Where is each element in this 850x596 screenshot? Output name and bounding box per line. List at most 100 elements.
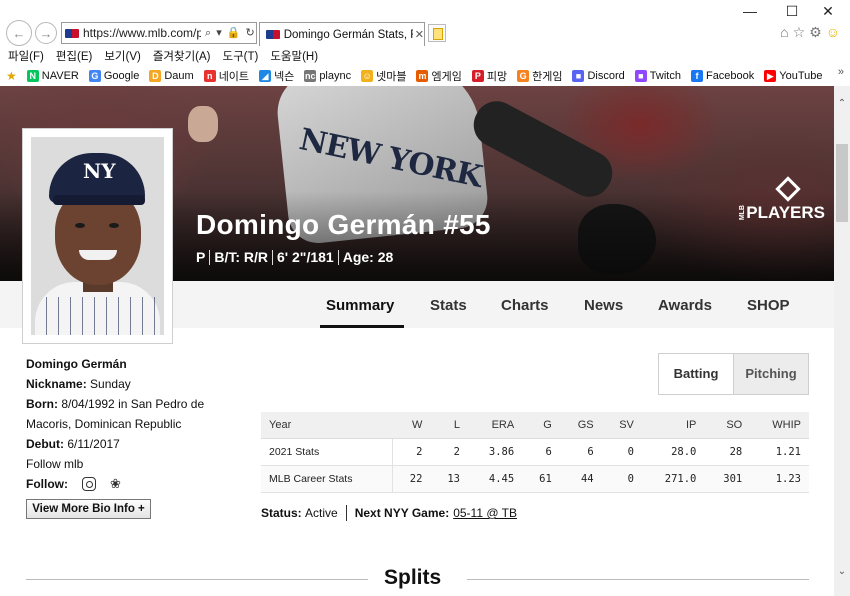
favorite-label: Google [103, 70, 140, 82]
scrollbar-thumb[interactable] [836, 144, 848, 222]
favorite-discord[interactable]: ■ Discord [572, 70, 625, 82]
favorite-nexon[interactable]: ◢ 넥슨 [259, 68, 294, 84]
favorite-hangame[interactable]: G 한게임 [517, 68, 562, 84]
favorite-twitch[interactable]: ■ Twitch [634, 70, 681, 82]
cell-year: 2021 Stats [261, 438, 393, 466]
feedback-smiley-icon[interactable]: ☺ [826, 24, 844, 40]
address-actions-icon[interactable]: ⌕ ▾ 🔒 ↻ [205, 26, 256, 40]
menu-file[interactable]: 파일(F) [8, 48, 44, 64]
new-tab-button[interactable] [428, 24, 446, 42]
col-so: SO [704, 412, 751, 439]
favorite-label: 넷마블 [376, 71, 407, 83]
menu-edit[interactable]: 편집(E) [56, 48, 93, 64]
favorite-youtube[interactable]: ▶ YouTube [764, 70, 823, 82]
tab-news[interactable]: News [584, 297, 623, 314]
address-url[interactable]: https://www.mlb.com/plá [83, 26, 201, 40]
tab-charts[interactable]: Charts [501, 297, 549, 314]
menu-favorites[interactable]: 즐겨찾기(A) [153, 48, 211, 64]
mgame-icon: m [416, 70, 429, 82]
meta-divider [272, 249, 274, 265]
col-ip: IP [641, 412, 705, 439]
favorite-nate[interactable]: n 네이트 [203, 68, 249, 84]
cell-g: 61 [522, 465, 560, 493]
mlb-players-logo[interactable]: MLB PLAYERS [735, 176, 825, 223]
headshot-eye [109, 223, 119, 228]
next-game-label: Next NYY Game: [354, 506, 450, 520]
cap-logo-icon: NY [83, 159, 116, 183]
favorites-star-icon[interactable]: ☆ [793, 24, 810, 40]
players-logo-small: MLB [739, 205, 746, 221]
maximize-button[interactable]: ☐ [777, 3, 807, 20]
headshot-eye [75, 223, 85, 228]
tab-title: Domingo Germán Stats, Fa... [283, 28, 413, 41]
favorites-bar-star-icon[interactable]: ★ [6, 69, 17, 83]
menu-bar: 파일(F) 편집(E) 보기(V) 즐겨찾기(A) 도구(T) 도움말(H) [0, 46, 850, 66]
cell-so: 28 [704, 438, 751, 466]
bio-born-label: Born: [26, 397, 58, 411]
address-bar[interactable]: https://www.mlb.com/plá ⌕ ▾ 🔒 ↻ [61, 22, 257, 44]
twitch-icon: ■ [634, 70, 647, 82]
cell-era: 3.86 [468, 438, 523, 466]
tab-awards[interactable]: Awards [658, 297, 712, 314]
hero-pitching-hand [188, 106, 218, 142]
forward-button[interactable]: → [35, 22, 57, 44]
browser-tab[interactable]: Domingo Germán Stats, Fa... ✕ [259, 22, 425, 46]
menu-view[interactable]: 보기(V) [104, 48, 141, 64]
menu-help[interactable]: 도움말(H) [270, 48, 318, 64]
scroll-up-icon[interactable]: ⌃ [834, 96, 850, 112]
page-viewport: NEW YORK Domingo Germán #55 P B/T: R/R 6… [0, 86, 834, 596]
favorite-label: 한게임 [532, 71, 563, 83]
status-divider [345, 505, 347, 521]
next-game-link[interactable]: 05-11 @ TB [453, 506, 517, 520]
headshot-pinstripes [35, 297, 160, 335]
favorite-pmang[interactable]: P 피망 [471, 68, 507, 84]
player-bio: Domingo Germán Nickname: Sunday Born: 8/… [26, 354, 241, 519]
menu-tools[interactable]: 도구(T) [223, 48, 259, 64]
close-window-button[interactable]: ✕ [813, 3, 843, 20]
favorite-netmarble[interactable]: ☺ 넷마블 [361, 68, 406, 84]
meta-divider [209, 249, 211, 265]
pitching-toggle-button[interactable]: Pitching [733, 354, 808, 394]
cell-ip: 271.0 [641, 465, 705, 493]
view-more-bio-button[interactable]: View More Bio Info + [26, 499, 151, 519]
favorites-more-icon[interactable]: » [838, 66, 844, 78]
favorite-plaync[interactable]: nc plaync [304, 70, 351, 82]
favorite-daum[interactable]: D Daum [149, 70, 194, 82]
tab-shop[interactable]: SHOP [747, 297, 790, 314]
stats-table: Year W L ERA G GS SV IP SO WHIP 2021 Sta… [261, 412, 809, 493]
tab-summary[interactable]: Summary [326, 297, 394, 314]
cell-w: 2 [392, 438, 431, 466]
back-button[interactable]: ← [6, 20, 32, 46]
col-w: W [392, 412, 431, 439]
favorite-google[interactable]: G Google [88, 70, 140, 82]
batting-toggle-button[interactable]: Batting [659, 354, 733, 394]
favorite-label: Facebook [705, 70, 755, 82]
twitter-icon[interactable]: ❀ [110, 474, 121, 494]
cell-g: 6 [522, 438, 560, 466]
favorite-mgame[interactable]: m 엠게임 [416, 68, 462, 84]
cell-whip: 1.23 [750, 465, 809, 493]
settings-gear-icon[interactable]: ⚙ [809, 24, 826, 40]
players-logo-text: PLAYERS [746, 203, 825, 222]
minimize-button[interactable]: — [735, 3, 765, 19]
instagram-icon[interactable] [82, 477, 96, 491]
favorites-bar: ★ N NAVER G Google D Daum n 네이트 ◢ 넥슨 nc plaync ☺ 넷마블 m… [0, 66, 850, 86]
home-icon[interactable]: ⌂ [780, 24, 792, 40]
table-row: 2021 Stats 2 2 3.86 6 6 0 28.0 28 1.21 [261, 438, 809, 466]
favorite-naver[interactable]: N NAVER [26, 70, 79, 82]
scroll-down-icon[interactable]: ⌄ [834, 564, 850, 580]
bio-nickname: Sunday [90, 377, 131, 391]
hangame-icon: G [517, 70, 530, 82]
favorite-facebook[interactable]: f Facebook [690, 70, 755, 82]
splits-rule-left [26, 579, 368, 580]
cell-l: 13 [430, 465, 468, 493]
favorite-label: YouTube [779, 70, 823, 82]
cell-sv: 0 [601, 438, 642, 466]
headshot-cap-brim [53, 195, 145, 205]
page-scrollbar[interactable]: ⌃ ⌄ [834, 86, 850, 596]
cell-gs: 44 [559, 465, 602, 493]
favorite-label: 넥슨 [274, 71, 295, 83]
tab-stats[interactable]: Stats [430, 297, 467, 314]
favorite-label: Twitch [649, 70, 681, 82]
tab-close-icon[interactable]: ✕ [415, 28, 424, 41]
